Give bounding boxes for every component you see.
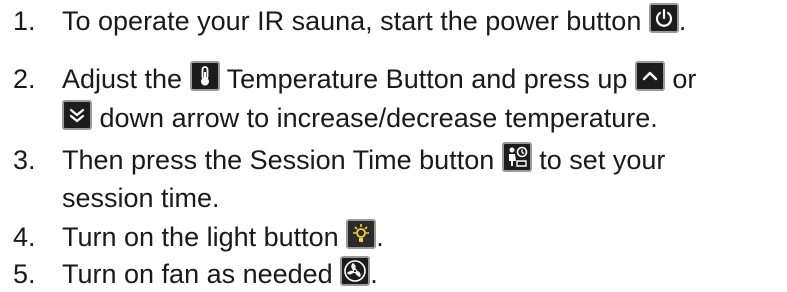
step-3-line-2: session time. — [62, 180, 220, 216]
step-text-end: . — [370, 259, 378, 289]
step-text: To operate your IR sauna, start the powe… — [62, 6, 642, 36]
step-4: 4. Turn on the light button . — [13, 219, 384, 255]
step-2-line-2: down arrow to increase/decrease temperat… — [62, 100, 658, 136]
step-text: session time. — [62, 183, 220, 213]
step-text-end: . — [376, 222, 384, 252]
step-text: Adjust the — [62, 64, 183, 94]
step-text: Then press the Session Time button — [62, 145, 495, 175]
step-text: Temperature Button and press up — [226, 64, 628, 94]
step-text: Turn on the light button — [62, 222, 339, 252]
instruction-list: 1. To operate your IR sauna, start the po… — [0, 0, 787, 291]
step-number: 2. — [13, 64, 36, 94]
step-text: to set your — [539, 145, 666, 175]
up-arrow-icon — [634, 61, 665, 91]
session-time-icon — [501, 142, 532, 172]
light-bulb-icon — [346, 219, 377, 249]
step-5: 5. Turn on fan as needed . — [13, 256, 378, 292]
step-3: 3. Then press the Session Time button to … — [13, 142, 665, 178]
step-2: 2. Adjust the Temperature Button and pres… — [13, 61, 696, 97]
step-number: 5. — [13, 259, 36, 289]
step-text: or — [672, 64, 697, 94]
step-number: 4. — [13, 222, 36, 252]
step-text: down arrow to increase/decrease temperat… — [99, 103, 658, 133]
down-arrow-icon — [62, 100, 92, 130]
step-number: 3. — [13, 145, 36, 175]
fan-icon — [340, 256, 371, 286]
step-text: Turn on fan as needed — [62, 259, 333, 289]
step-number: 1. — [13, 6, 36, 36]
power-icon — [648, 3, 679, 33]
step-1: 1. To operate your IR sauna, start the po… — [13, 3, 686, 39]
thermometer-icon — [189, 61, 220, 91]
step-text-end: . — [678, 6, 687, 36]
